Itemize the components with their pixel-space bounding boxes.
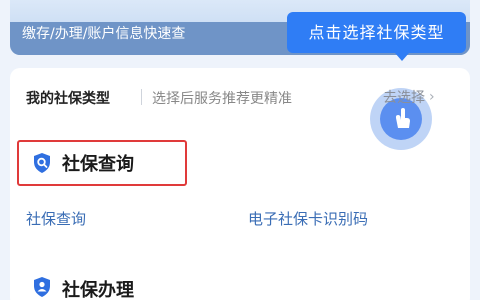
link-e-card-code[interactable]: 电子社保卡识别码 <box>248 208 368 229</box>
person-shield-icon <box>34 277 50 297</box>
insurance-type-hint: 选择后服务推荐更精准 <box>152 91 292 107</box>
go-select-link[interactable]: 去选择 › <box>383 87 435 107</box>
insurance-type-title: 我的社保类型 <box>26 91 110 107</box>
tap-finger-icon <box>395 108 410 128</box>
banner-subtitle: 缴存/办理/账户信息快速查 <box>22 26 186 42</box>
guide-tooltip[interactable]: 点击选择社保类型 <box>287 12 466 53</box>
tooltip-arrow <box>395 53 409 61</box>
go-select-label: 去选择 <box>383 90 425 106</box>
chevron-right-icon: › <box>429 89 435 105</box>
divider <box>141 89 142 105</box>
section-title-query: 社保查询 <box>62 154 134 175</box>
search-shield-icon <box>34 153 50 173</box>
link-social-security-query[interactable]: 社保查询 <box>26 208 86 229</box>
section-title-handle: 社保办理 <box>62 280 134 300</box>
